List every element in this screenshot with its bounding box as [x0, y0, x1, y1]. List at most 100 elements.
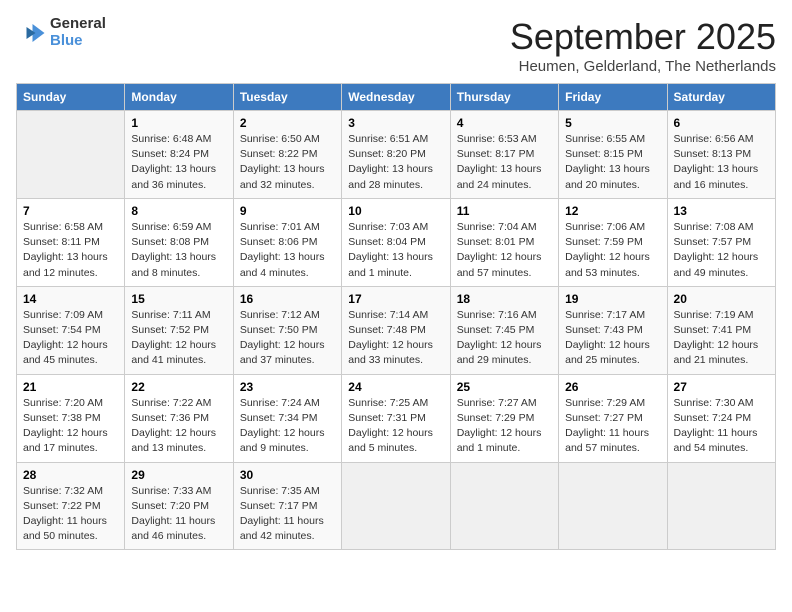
cell-info: Sunrise: 6:48 AM Sunset: 8:24 PM Dayligh…	[131, 132, 226, 193]
cell-info: Sunrise: 7:33 AM Sunset: 7:20 PM Dayligh…	[131, 484, 226, 545]
day-number: 16	[240, 292, 335, 306]
logo-line2: Blue	[50, 33, 106, 50]
day-number: 8	[131, 204, 226, 218]
col-header-thursday: Thursday	[450, 84, 558, 111]
calendar-cell	[342, 462, 450, 550]
cell-info: Sunrise: 7:27 AM Sunset: 7:29 PM Dayligh…	[457, 396, 552, 457]
location-subtitle: Heumen, Gelderland, The Netherlands	[510, 58, 776, 75]
cell-info: Sunrise: 6:50 AM Sunset: 8:22 PM Dayligh…	[240, 132, 335, 193]
day-number: 10	[348, 204, 443, 218]
day-number: 15	[131, 292, 226, 306]
calendar-cell: 29 Sunrise: 7:33 AM Sunset: 7:20 PM Dayli…	[125, 462, 233, 550]
calendar-cell: 5Sunrise: 6:55 AM Sunset: 8:15 PM Daylig…	[559, 111, 667, 199]
cell-info: Sunrise: 6:51 AM Sunset: 8:20 PM Dayligh…	[348, 132, 443, 193]
cell-info: Sunrise: 7:22 AM Sunset: 7:36 PM Dayligh…	[131, 396, 226, 457]
cell-info: Sunrise: 7:01 AM Sunset: 8:06 PM Dayligh…	[240, 220, 335, 281]
logo-line1: General	[50, 16, 106, 33]
calendar-cell: 1 Sunrise: 6:48 AM Sunset: 8:24 PM Daylig…	[125, 111, 233, 199]
calendar-week-3: 14 Sunrise: 7:09 AM Sunset: 7:54 PM Dayli…	[17, 286, 776, 374]
day-number: 21	[23, 380, 118, 394]
cell-info: Sunrise: 7:06 AM Sunset: 7:59 PM Dayligh…	[565, 220, 660, 281]
day-number: 20	[674, 292, 769, 306]
calendar-cell: 22 Sunrise: 7:22 AM Sunset: 7:36 PM Dayli…	[125, 374, 233, 462]
calendar-week-2: 7Sunrise: 6:58 AM Sunset: 8:11 PM Daylig…	[17, 198, 776, 286]
title-block: September 2025 Heumen, Gelderland, The N…	[510, 16, 776, 75]
calendar-table: SundayMondayTuesdayWednesdayThursdayFrid…	[16, 83, 776, 550]
calendar-cell: 27Sunrise: 7:30 AM Sunset: 7:24 PM Dayli…	[667, 374, 775, 462]
calendar-cell: 13 Sunrise: 7:08 AM Sunset: 7:57 PM Dayli…	[667, 198, 775, 286]
calendar-cell: 17Sunrise: 7:14 AM Sunset: 7:48 PM Dayli…	[342, 286, 450, 374]
calendar-cell: 15 Sunrise: 7:11 AM Sunset: 7:52 PM Dayli…	[125, 286, 233, 374]
cell-info: Sunrise: 7:20 AM Sunset: 7:38 PM Dayligh…	[23, 396, 118, 457]
calendar-cell: 2 Sunrise: 6:50 AM Sunset: 8:22 PM Daylig…	[233, 111, 341, 199]
day-number: 19	[565, 292, 660, 306]
calendar-cell: 24 Sunrise: 7:25 AM Sunset: 7:31 PM Dayli…	[342, 374, 450, 462]
calendar-cell	[559, 462, 667, 550]
calendar-cell	[450, 462, 558, 550]
col-header-sunday: Sunday	[17, 84, 125, 111]
cell-info: Sunrise: 7:09 AM Sunset: 7:54 PM Dayligh…	[23, 308, 118, 369]
day-number: 7	[23, 204, 118, 218]
day-number: 9	[240, 204, 335, 218]
cell-info: Sunrise: 7:11 AM Sunset: 7:52 PM Dayligh…	[131, 308, 226, 369]
cell-info: Sunrise: 6:53 AM Sunset: 8:17 PM Dayligh…	[457, 132, 552, 193]
calendar-cell: 11 Sunrise: 7:04 AM Sunset: 8:01 PM Dayli…	[450, 198, 558, 286]
calendar-week-4: 21 Sunrise: 7:20 AM Sunset: 7:38 PM Dayli…	[17, 374, 776, 462]
calendar-cell: 30 Sunrise: 7:35 AM Sunset: 7:17 PM Dayli…	[233, 462, 341, 550]
day-number: 12	[565, 204, 660, 218]
col-header-tuesday: Tuesday	[233, 84, 341, 111]
calendar-cell	[667, 462, 775, 550]
cell-info: Sunrise: 7:17 AM Sunset: 7:43 PM Dayligh…	[565, 308, 660, 369]
day-number: 6	[674, 116, 769, 130]
day-number: 13	[674, 204, 769, 218]
day-number: 25	[457, 380, 552, 394]
cell-info: Sunrise: 7:35 AM Sunset: 7:17 PM Dayligh…	[240, 484, 335, 545]
cell-info: Sunrise: 6:55 AM Sunset: 8:15 PM Dayligh…	[565, 132, 660, 193]
day-number: 28	[23, 468, 118, 482]
calendar-cell: 3 Sunrise: 6:51 AM Sunset: 8:20 PM Daylig…	[342, 111, 450, 199]
calendar-cell: 12 Sunrise: 7:06 AM Sunset: 7:59 PM Dayli…	[559, 198, 667, 286]
day-number: 1	[131, 116, 226, 130]
day-number: 2	[240, 116, 335, 130]
cell-info: Sunrise: 7:12 AM Sunset: 7:50 PM Dayligh…	[240, 308, 335, 369]
cell-info: Sunrise: 7:32 AM Sunset: 7:22 PM Dayligh…	[23, 484, 118, 545]
calendar-cell: 21 Sunrise: 7:20 AM Sunset: 7:38 PM Dayli…	[17, 374, 125, 462]
page-header: General Blue September 2025 Heumen, Geld…	[16, 16, 776, 75]
col-header-saturday: Saturday	[667, 84, 775, 111]
calendar-cell: 28 Sunrise: 7:32 AM Sunset: 7:22 PM Dayli…	[17, 462, 125, 550]
cell-info: Sunrise: 7:03 AM Sunset: 8:04 PM Dayligh…	[348, 220, 443, 281]
calendar-cell: 6Sunrise: 6:56 AM Sunset: 8:13 PM Daylig…	[667, 111, 775, 199]
logo: General Blue	[16, 16, 106, 49]
day-number: 3	[348, 116, 443, 130]
month-title: September 2025	[510, 16, 776, 58]
calendar-cell: 8Sunrise: 6:59 AM Sunset: 8:08 PM Daylig…	[125, 198, 233, 286]
cell-info: Sunrise: 7:19 AM Sunset: 7:41 PM Dayligh…	[674, 308, 769, 369]
calendar-cell: 16 Sunrise: 7:12 AM Sunset: 7:50 PM Dayli…	[233, 286, 341, 374]
cell-info: Sunrise: 7:14 AM Sunset: 7:48 PM Dayligh…	[348, 308, 443, 369]
day-number: 4	[457, 116, 552, 130]
day-number: 18	[457, 292, 552, 306]
day-number: 30	[240, 468, 335, 482]
cell-info: Sunrise: 7:25 AM Sunset: 7:31 PM Dayligh…	[348, 396, 443, 457]
calendar-cell: 10 Sunrise: 7:03 AM Sunset: 8:04 PM Dayli…	[342, 198, 450, 286]
cell-info: Sunrise: 7:16 AM Sunset: 7:45 PM Dayligh…	[457, 308, 552, 369]
calendar-cell	[17, 111, 125, 199]
day-number: 24	[348, 380, 443, 394]
calendar-cell: 26Sunrise: 7:29 AM Sunset: 7:27 PM Dayli…	[559, 374, 667, 462]
day-number: 14	[23, 292, 118, 306]
cell-info: Sunrise: 7:24 AM Sunset: 7:34 PM Dayligh…	[240, 396, 335, 457]
calendar-header-row: SundayMondayTuesdayWednesdayThursdayFrid…	[17, 84, 776, 111]
col-header-friday: Friday	[559, 84, 667, 111]
calendar-cell: 19 Sunrise: 7:17 AM Sunset: 7:43 PM Dayli…	[559, 286, 667, 374]
cell-info: Sunrise: 7:29 AM Sunset: 7:27 PM Dayligh…	[565, 396, 660, 457]
day-number: 29	[131, 468, 226, 482]
day-number: 23	[240, 380, 335, 394]
calendar-cell: 9 Sunrise: 7:01 AM Sunset: 8:06 PM Daylig…	[233, 198, 341, 286]
cell-info: Sunrise: 7:04 AM Sunset: 8:01 PM Dayligh…	[457, 220, 552, 281]
calendar-cell: 7Sunrise: 6:58 AM Sunset: 8:11 PM Daylig…	[17, 198, 125, 286]
calendar-cell: 20 Sunrise: 7:19 AM Sunset: 7:41 PM Dayli…	[667, 286, 775, 374]
day-number: 22	[131, 380, 226, 394]
cell-info: Sunrise: 7:08 AM Sunset: 7:57 PM Dayligh…	[674, 220, 769, 281]
calendar-cell: 18 Sunrise: 7:16 AM Sunset: 7:45 PM Dayli…	[450, 286, 558, 374]
day-number: 11	[457, 204, 552, 218]
